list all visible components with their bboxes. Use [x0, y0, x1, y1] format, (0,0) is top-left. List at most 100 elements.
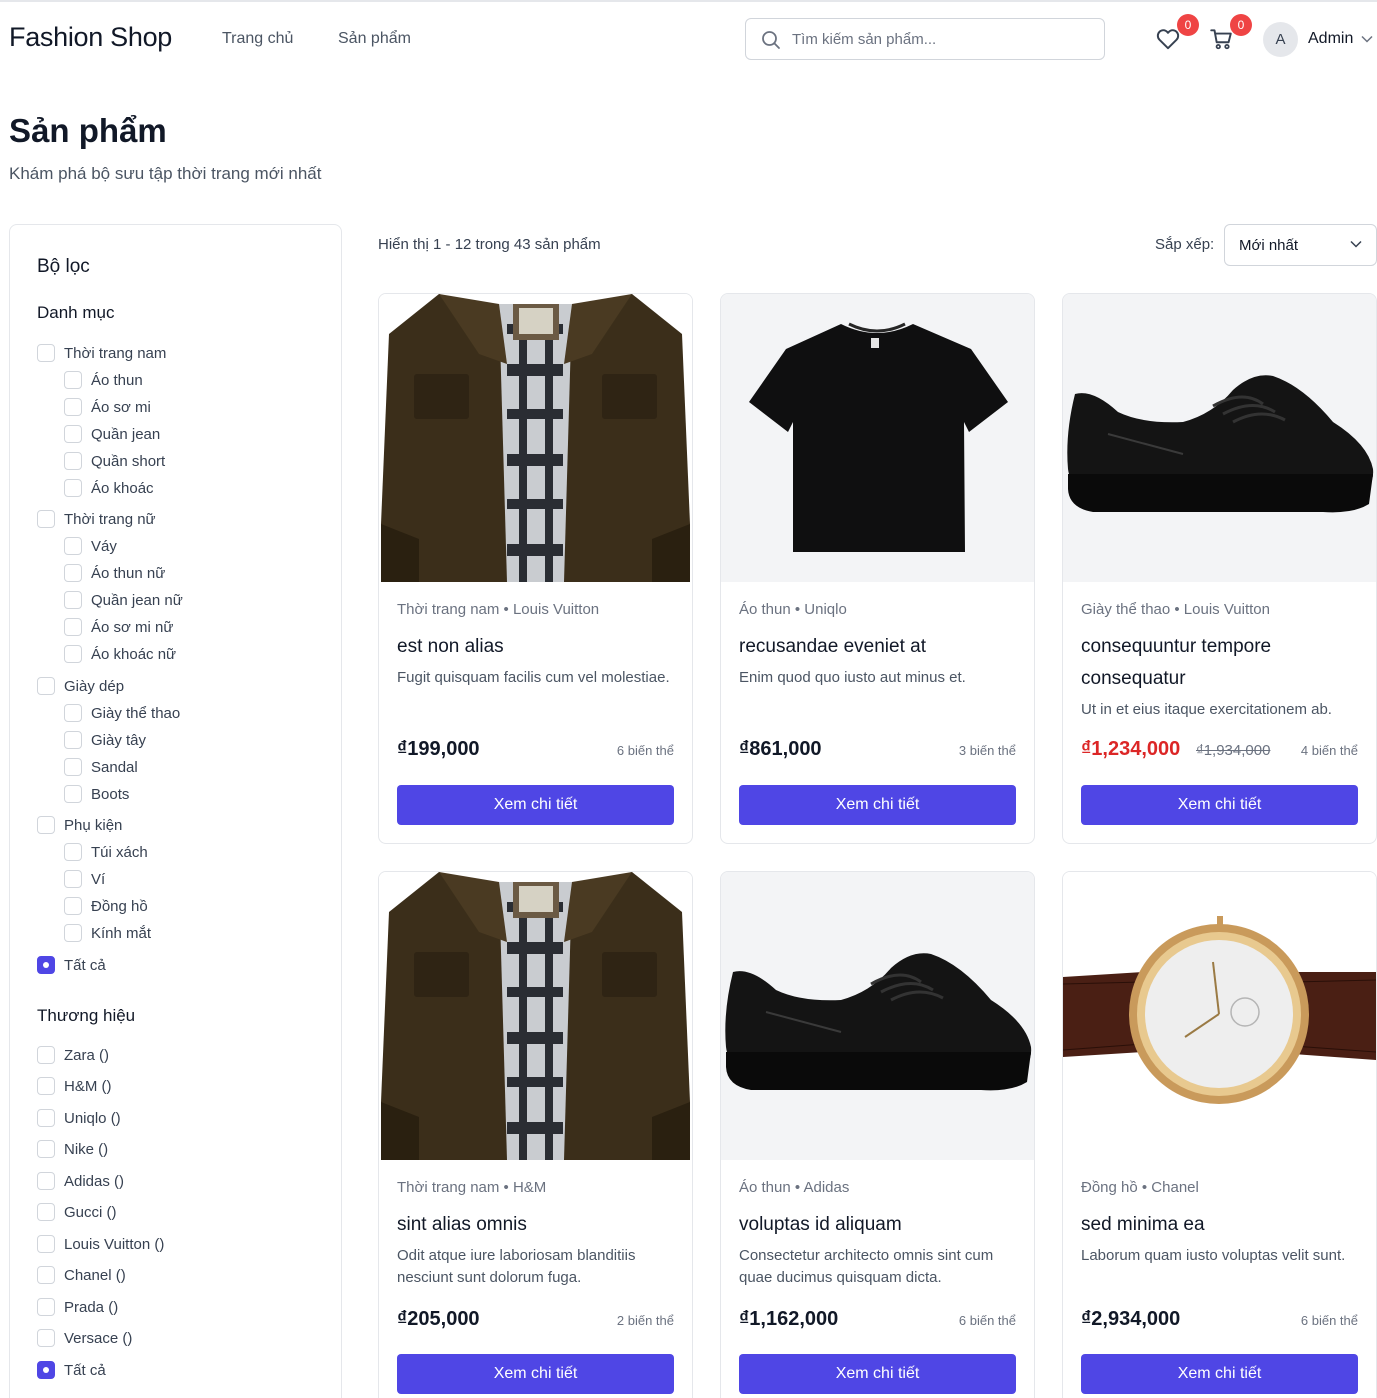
view-detail-button[interactable]: Xem chi tiết: [739, 785, 1016, 825]
product-card[interactable]: Áo thun • Adidas voluptas id aliquam Con…: [720, 871, 1035, 1398]
category-checkbox[interactable]: Boots: [64, 784, 129, 804]
checkbox-box[interactable]: [64, 564, 82, 582]
category-checkbox[interactable]: Áo khoác: [64, 478, 154, 498]
product-card[interactable]: Áo thun • Uniqlo recusandae eveniet at E…: [720, 293, 1035, 844]
cart-button[interactable]: 0: [1208, 14, 1252, 54]
checkbox-box[interactable]: [37, 1298, 55, 1316]
category-checkbox[interactable]: Quần short: [64, 451, 165, 471]
product-image[interactable]: [1063, 872, 1376, 1160]
checkbox-box[interactable]: [64, 425, 82, 443]
view-detail-button[interactable]: Xem chi tiết: [1081, 785, 1358, 825]
checkbox-box[interactable]: [64, 785, 82, 803]
product-name[interactable]: sed minima ea: [1081, 1209, 1361, 1241]
brand-checkbox[interactable]: Adidas (): [37, 1171, 124, 1191]
brand-checkbox-all[interactable]: Tất cả: [37, 1360, 106, 1380]
brand-checkbox[interactable]: Versace (): [37, 1328, 132, 1348]
product-image[interactable]: [721, 872, 1034, 1160]
checkbox-box[interactable]: [64, 704, 82, 722]
brand-checkbox[interactable]: Nike (): [37, 1139, 108, 1159]
checkbox-box-checked[interactable]: [37, 1361, 55, 1379]
view-detail-button[interactable]: Xem chi tiết: [397, 785, 674, 825]
search-input[interactable]: [792, 29, 1092, 49]
product-name[interactable]: sint alias omnis: [397, 1209, 677, 1241]
checkbox-box[interactable]: [37, 1235, 55, 1253]
checkbox-box[interactable]: [64, 870, 82, 888]
checkbox-box[interactable]: [64, 618, 82, 636]
brand-checkbox[interactable]: H&M (): [37, 1076, 112, 1096]
product-card[interactable]: Đồng hồ • Chanel sed minima ea Laborum q…: [1062, 871, 1377, 1398]
product-image[interactable]: [379, 872, 692, 1160]
category-checkbox[interactable]: Phụ kiện: [37, 815, 122, 835]
checkbox-box[interactable]: [64, 398, 82, 416]
category-checkbox[interactable]: Áo thun: [64, 370, 143, 390]
view-detail-button[interactable]: Xem chi tiết: [397, 1354, 674, 1394]
category-checkbox[interactable]: Đồng hồ: [64, 896, 148, 916]
checkbox-box[interactable]: [37, 1077, 55, 1095]
avatar[interactable]: A: [1263, 22, 1298, 57]
search-box[interactable]: [745, 18, 1105, 60]
brand-checkbox[interactable]: Zara (): [37, 1045, 109, 1065]
product-name[interactable]: voluptas id aliquam: [739, 1209, 1019, 1241]
category-checkbox[interactable]: Sandal: [64, 757, 138, 777]
brand-checkbox[interactable]: Prada (): [37, 1297, 118, 1317]
nav-products-link[interactable]: Sản phẩm: [338, 30, 411, 48]
category-checkbox[interactable]: Áo khoác nữ: [64, 644, 176, 664]
category-checkbox[interactable]: Giày dép: [37, 676, 124, 696]
category-checkbox[interactable]: Ví: [64, 869, 105, 889]
category-checkbox[interactable]: Quần jean nữ: [64, 590, 183, 610]
category-checkbox[interactable]: Túi xách: [64, 842, 148, 862]
checkbox-box[interactable]: [37, 510, 55, 528]
view-detail-button[interactable]: Xem chi tiết: [739, 1354, 1016, 1394]
category-checkbox[interactable]: Áo thun nữ: [64, 563, 165, 583]
checkbox-box[interactable]: [37, 1203, 55, 1221]
product-image[interactable]: [721, 294, 1034, 582]
checkbox-box[interactable]: [64, 537, 82, 555]
checkbox-box[interactable]: [64, 924, 82, 942]
checkbox-box[interactable]: [37, 1266, 55, 1284]
checkbox-box[interactable]: [64, 645, 82, 663]
product-name[interactable]: est non alias: [397, 631, 677, 663]
category-checkbox[interactable]: Thời trang nữ: [37, 509, 156, 529]
checkbox-box-checked[interactable]: [37, 956, 55, 974]
checkbox-box[interactable]: [64, 758, 82, 776]
product-name[interactable]: consequuntur tempore consequatur: [1081, 631, 1361, 695]
brand-logo[interactable]: Fashion Shop: [9, 22, 172, 53]
product-card[interactable]: Thời trang nam • H&M sint alias omnis Od…: [378, 871, 693, 1398]
category-checkbox[interactable]: Áo sơ mi nữ: [64, 617, 173, 637]
nav-home-link[interactable]: Trang chủ: [222, 30, 293, 48]
checkbox-box[interactable]: [37, 816, 55, 834]
sort-select[interactable]: Mới nhất: [1224, 224, 1377, 266]
checkbox-box[interactable]: [37, 677, 55, 695]
view-detail-button[interactable]: Xem chi tiết: [1081, 1354, 1358, 1394]
category-checkbox-all[interactable]: Tất cả: [37, 955, 106, 975]
brand-checkbox[interactable]: Chanel (): [37, 1265, 126, 1285]
chevron-down-icon[interactable]: [1361, 35, 1373, 43]
checkbox-box[interactable]: [64, 479, 82, 497]
checkbox-box[interactable]: [37, 344, 55, 362]
checkbox-box[interactable]: [37, 1109, 55, 1127]
brand-checkbox[interactable]: Gucci (): [37, 1202, 117, 1222]
checkbox-box[interactable]: [37, 1046, 55, 1064]
category-checkbox[interactable]: Váy: [64, 536, 117, 556]
checkbox-box[interactable]: [64, 591, 82, 609]
category-checkbox[interactable]: Áo sơ mi: [64, 397, 151, 417]
wishlist-button[interactable]: 0: [1155, 14, 1199, 54]
product-card[interactable]: Giày thể thao • Louis Vuitton consequunt…: [1062, 293, 1377, 844]
product-image[interactable]: [1063, 294, 1376, 582]
checkbox-box[interactable]: [37, 1329, 55, 1347]
checkbox-box[interactable]: [64, 371, 82, 389]
brand-checkbox[interactable]: Uniqlo (): [37, 1108, 121, 1128]
user-name[interactable]: Admin: [1308, 30, 1353, 48]
checkbox-box[interactable]: [37, 1140, 55, 1158]
category-checkbox[interactable]: Quần jean: [64, 424, 160, 444]
category-checkbox[interactable]: Giày tây: [64, 730, 146, 750]
checkbox-box[interactable]: [64, 843, 82, 861]
checkbox-box[interactable]: [64, 897, 82, 915]
checkbox-box[interactable]: [64, 452, 82, 470]
checkbox-box[interactable]: [37, 1172, 55, 1190]
product-card[interactable]: Thời trang nam • Louis Vuitton est non a…: [378, 293, 693, 844]
category-checkbox[interactable]: Kính mắt: [64, 923, 151, 943]
product-name[interactable]: recusandae eveniet at: [739, 631, 1019, 663]
category-checkbox[interactable]: Thời trang nam: [37, 343, 166, 363]
brand-checkbox[interactable]: Louis Vuitton (): [37, 1234, 164, 1254]
